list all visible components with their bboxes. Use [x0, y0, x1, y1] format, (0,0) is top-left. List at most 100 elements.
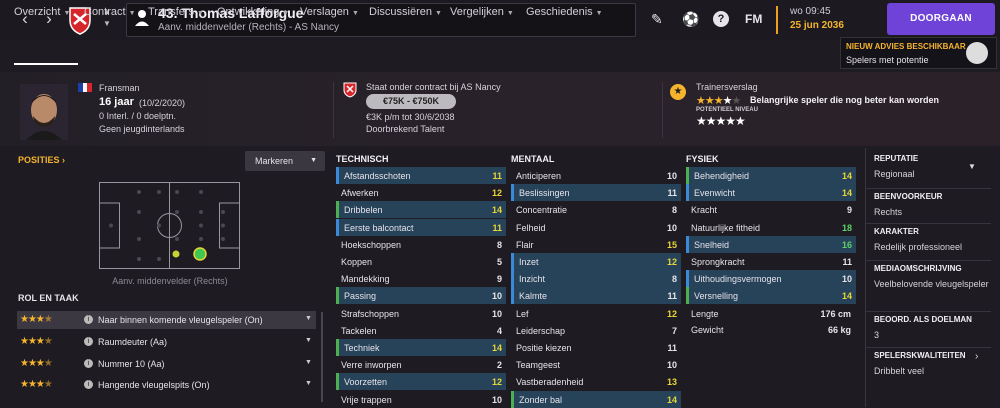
tab-verslagen[interactable]: Verslagen ▼	[300, 6, 359, 18]
attribute-row[interactable]: Passing 10	[336, 287, 506, 305]
info-heading: REPUTATIE	[874, 154, 919, 163]
attribute-row[interactable]: Flair 15	[511, 236, 681, 253]
attribute-value: 14	[491, 343, 502, 353]
chevron-down-icon[interactable]: ▼	[305, 359, 312, 366]
positions-title: POSITIES	[18, 155, 60, 165]
attribute-row[interactable]: Techniek 14	[336, 339, 506, 356]
info-value: Rechts	[874, 207, 903, 217]
attribute-row[interactable]: Inzet 12	[511, 253, 681, 270]
role-row[interactable]: ★★★★ i Hangende vleugelspits (On) ▼	[17, 376, 316, 394]
international-caps: 0 Interl. / 0 doelptn.	[99, 111, 177, 121]
attribute-name: Techniek	[344, 343, 380, 353]
attribute-row[interactable]: Behendigheid 14	[686, 167, 856, 184]
attribute-row[interactable]: Zonder bal 14	[511, 390, 681, 408]
ball-icon[interactable]: ⚽	[682, 11, 699, 28]
chevron-down-icon: ▼	[63, 10, 71, 17]
chevron-right-icon[interactable]: ›	[975, 351, 978, 362]
chevron-down-icon[interactable]: ▼	[305, 337, 312, 344]
attribute-row[interactable]: Eerste balcontact 11	[336, 218, 506, 236]
attribute-name: Positie kiezen	[516, 343, 572, 353]
continue-button[interactable]: DOORGAAN	[887, 3, 995, 35]
attribute-row[interactable]: Vastberadenheid 13	[511, 373, 681, 390]
tab-geschiedenis[interactable]: Geschiedenis ▼	[526, 6, 603, 18]
attribute-row[interactable]: Beslissingen 11	[511, 184, 681, 202]
role-stars: ★★★★	[20, 358, 53, 369]
attribute-row[interactable]: Lef 12	[511, 305, 681, 322]
attribute-row[interactable]: Mandekking 9	[336, 270, 506, 287]
role-stars: ★★★★	[20, 314, 53, 325]
positions-link[interactable]: POSITIES ›	[18, 155, 65, 165]
attribute-row[interactable]: Verre inworpen 2	[336, 356, 506, 373]
tab-label: Discussiëren	[369, 6, 432, 18]
role-row[interactable]: ★★★★ i Naar binnen komende vleugelspeler (…	[17, 311, 316, 329]
tab-label: Vergelijken	[450, 6, 504, 18]
divider	[866, 347, 991, 348]
attribute-row[interactable]: Hoekschoppen 8	[336, 236, 506, 253]
page-subtitle: Aanv. middenvelder (Rechts) - AS Nancy	[158, 22, 340, 33]
tab-vergelijken[interactable]: Vergelijken ▼	[450, 6, 514, 18]
weight-value: 66 kg	[827, 325, 851, 335]
attribute-value: 14	[841, 188, 852, 199]
chevron-down-icon[interactable]: ▼	[305, 315, 312, 322]
attribute-row[interactable]: Leiderschap 7	[511, 322, 681, 339]
chevron-down-icon: ▼	[595, 10, 603, 17]
attribute-row[interactable]: Versnelling 14	[686, 287, 856, 305]
tab-contract[interactable]: Contract ▼	[84, 6, 136, 18]
roles-scrollbar[interactable]	[321, 312, 323, 402]
attribute-value: 8	[671, 205, 677, 216]
info-heading: MEDIAOMSCHRIJVING	[874, 264, 962, 273]
advisor-avatar-icon	[966, 42, 988, 64]
attribute-row[interactable]: Kracht 9	[686, 201, 856, 218]
attribute-row[interactable]: Snelheid 16	[686, 235, 856, 253]
tab-discussiëren[interactable]: Discussiëren ▼	[369, 6, 442, 18]
highlight-dropdown-label: Markeren	[255, 156, 294, 166]
attribute-row[interactable]: Voorzetten 12	[336, 373, 506, 391]
advice-title: NIEUW ADVIES BESCHIKBAAR	[846, 42, 966, 51]
pitch-position-label: Aanv. middenvelder (Rechts)	[112, 276, 228, 286]
length-label: Lengte	[691, 309, 719, 319]
attribute-row[interactable]: Koppen 5	[336, 253, 506, 270]
attribute-row[interactable]: Strafschoppen 10	[336, 305, 506, 322]
attribute-row[interactable]: Dribbelen 14	[336, 201, 506, 219]
tab-transfers[interactable]: Transfers ▼	[148, 6, 204, 18]
help-icon[interactable]: ?	[713, 11, 729, 27]
info-heading: KARAKTER	[874, 227, 919, 236]
fm-menu[interactable]: FM	[745, 12, 762, 26]
info-heading: BEENVOORKEUR	[874, 192, 943, 201]
attribute-row[interactable]: Felheid 10	[511, 219, 681, 236]
role-row[interactable]: ★★★★ i Nummer 10 (Aa) ▼	[17, 355, 316, 373]
divider	[866, 188, 991, 189]
chevron-down-icon[interactable]: ▼	[968, 162, 976, 171]
divider	[866, 311, 991, 312]
tab-label: Contract	[84, 6, 126, 18]
attribute-row[interactable]: Positie kiezen 11	[511, 339, 681, 356]
attribute-row[interactable]: Kalmte 11	[511, 287, 681, 305]
attribute-row[interactable]: Tackelen 4	[336, 322, 506, 339]
transfer-value[interactable]: €75K - €750K	[366, 94, 456, 109]
info-icon[interactable]: i	[84, 359, 93, 368]
attribute-row[interactable]: Natuurlijke fitheid 18	[686, 219, 856, 236]
tab-overzicht[interactable]: Overzicht ▼	[14, 6, 70, 18]
edit-icon[interactable]: ✎	[651, 11, 663, 28]
attribute-row[interactable]: Inzicht 8	[511, 270, 681, 288]
info-icon[interactable]: i	[84, 380, 93, 389]
attribute-row[interactable]: Sprongkracht 11	[686, 253, 856, 270]
info-icon[interactable]: i	[84, 337, 93, 346]
attribute-value: 4	[496, 325, 502, 336]
attribute-row[interactable]: Afstandsschoten 11	[336, 167, 506, 184]
attribute-row[interactable]: Concentratie 8	[511, 201, 681, 218]
attribute-value: 10	[666, 360, 677, 371]
highlight-dropdown[interactable]: ▼ Markeren	[245, 151, 325, 171]
attribute-row[interactable]: Evenwicht 14	[686, 184, 856, 202]
tab-label: Transfers	[148, 6, 195, 18]
chevron-down-icon[interactable]: ▼	[305, 380, 312, 387]
attribute-row[interactable]: Uithoudingsvermogen 10	[686, 270, 856, 288]
role-row[interactable]: ★★★★ i Raumdeuter (Aa) ▼	[17, 333, 316, 351]
attribute-row[interactable]: Afwerken 12	[336, 184, 506, 201]
attribute-row[interactable]: Teamgeest 10	[511, 356, 681, 373]
attribute-name: Inzicht	[519, 274, 546, 285]
attribute-row[interactable]: Vrije trappen 10	[336, 391, 506, 408]
attribute-row[interactable]: Anticiperen 10	[511, 167, 681, 184]
info-icon[interactable]: i	[84, 315, 93, 324]
tab-ontwikkeling[interactable]: Ontwikkeling ▼	[217, 6, 289, 18]
